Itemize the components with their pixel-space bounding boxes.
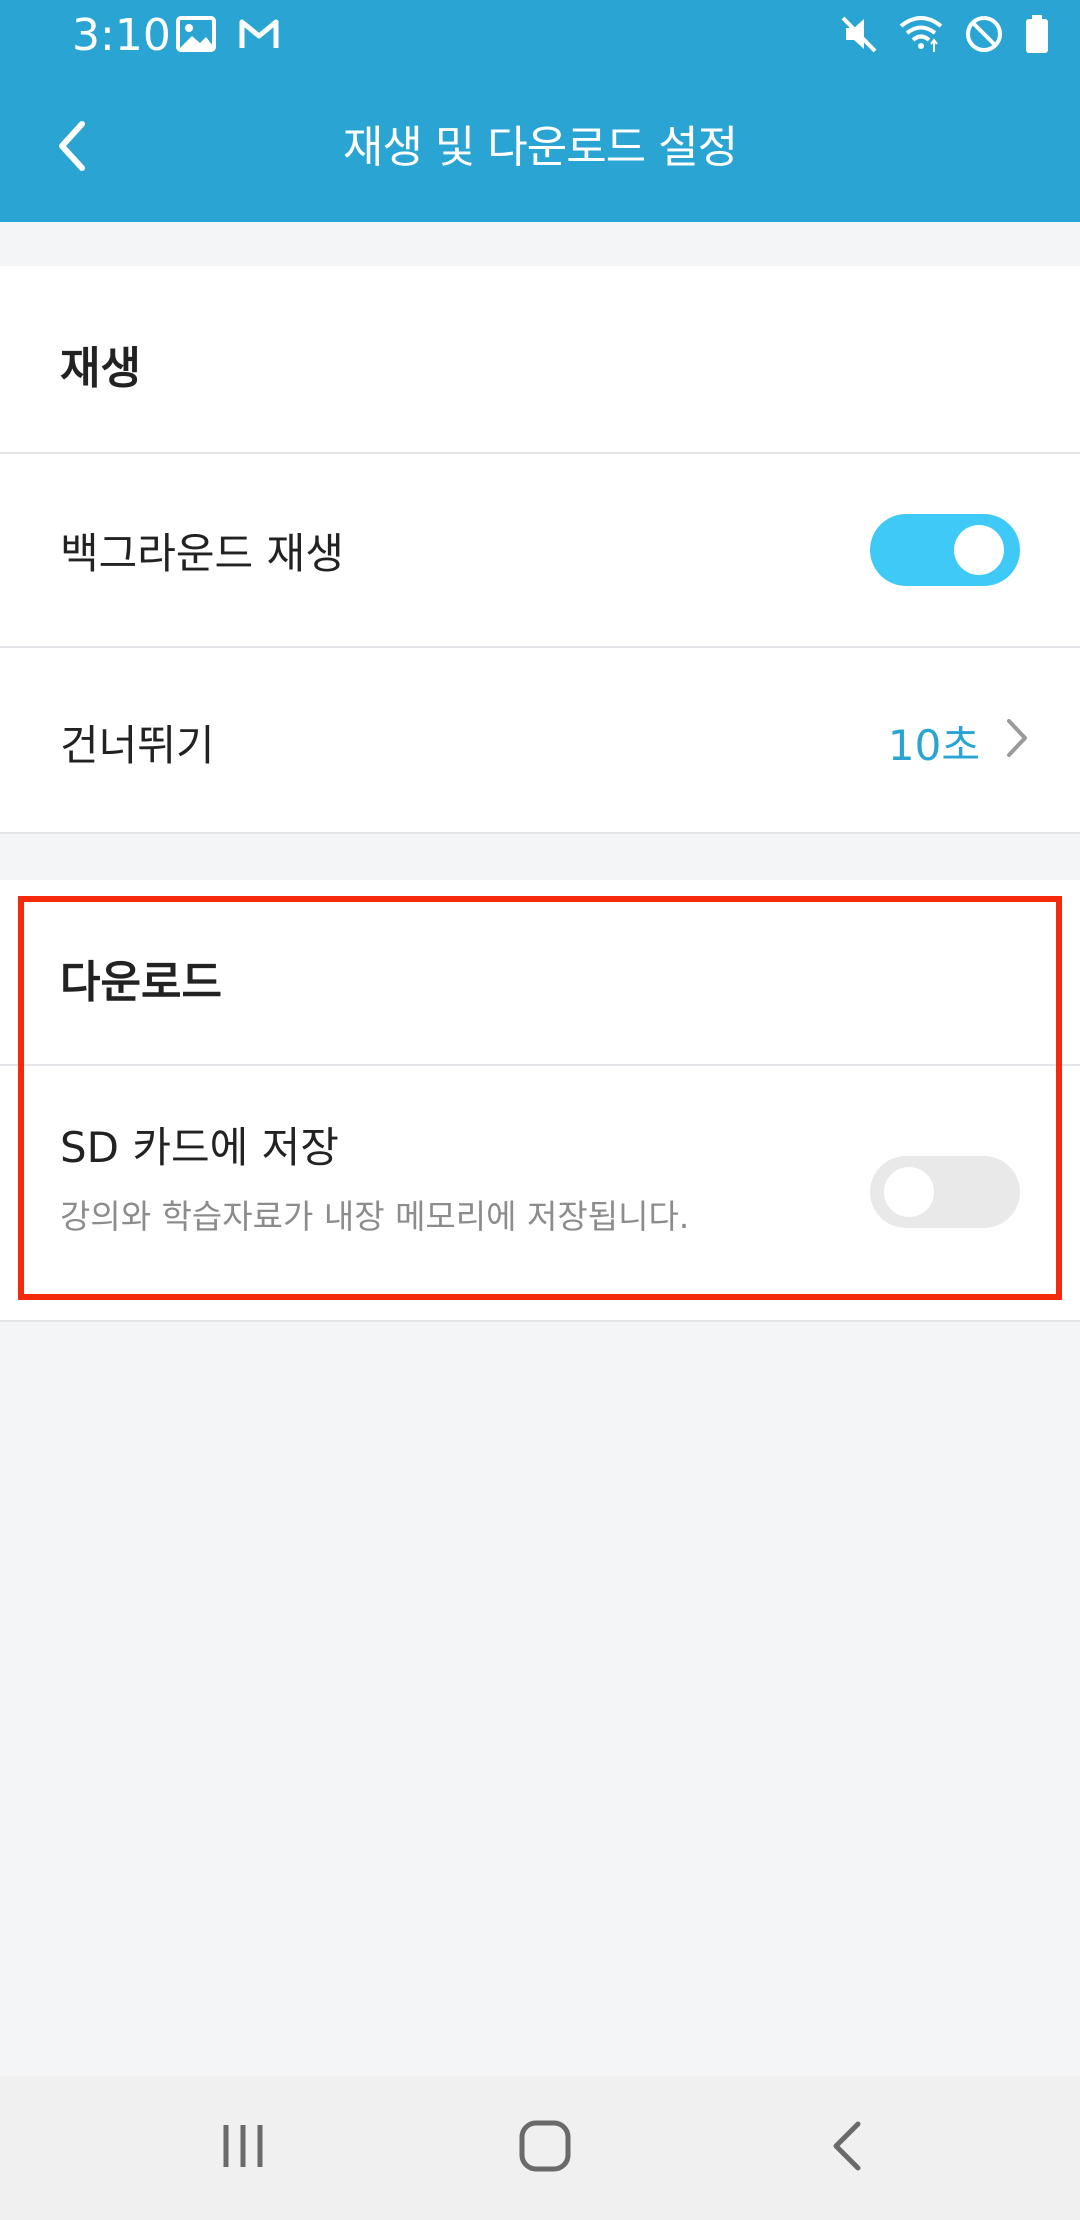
status-time: 3:10 [72, 10, 171, 61]
back-icon [830, 2120, 864, 2176]
playback-section: 재생 백그라운드 재생 건너뛰기 10초 [0, 266, 1080, 834]
toggle-knob [954, 525, 1004, 575]
recent-apps-button[interactable] [183, 2106, 303, 2190]
playback-section-header: 재생 [60, 343, 141, 394]
divider [0, 1320, 1080, 1322]
status-bar: 3:10 [0, 0, 1080, 72]
background-play-label: 백그라운드 재생 [60, 529, 344, 578]
chevron-right-icon [1004, 716, 1030, 764]
divider [0, 832, 1080, 834]
status-left-icons [176, 16, 280, 56]
image-icon [176, 16, 216, 56]
nav-back-button[interactable] [787, 2106, 907, 2190]
status-right-icons [840, 14, 1050, 58]
wifi-icon [898, 14, 944, 58]
skip-label: 건너뛰기 [60, 721, 215, 770]
app-bar: 재생 및 다운로드 설정 [0, 72, 1080, 222]
do-not-disturb-icon [964, 14, 1004, 58]
gmail-icon [238, 16, 280, 56]
recent-apps-icon [218, 2121, 268, 2175]
background-play-row[interactable]: 백그라운드 재생 [0, 454, 1080, 646]
highlight-box [18, 896, 1062, 1300]
mute-icon [840, 14, 878, 58]
background-play-toggle[interactable] [870, 514, 1020, 586]
home-button[interactable] [485, 2106, 605, 2190]
skip-value: 10초 [887, 721, 980, 770]
navigation-bar [0, 2076, 1080, 2220]
page-title: 재생 및 다운로드 설정 [342, 122, 738, 173]
battery-icon [1024, 14, 1050, 58]
home-icon [518, 2119, 572, 2177]
skip-row[interactable]: 건너뛰기 10초 [0, 648, 1080, 832]
